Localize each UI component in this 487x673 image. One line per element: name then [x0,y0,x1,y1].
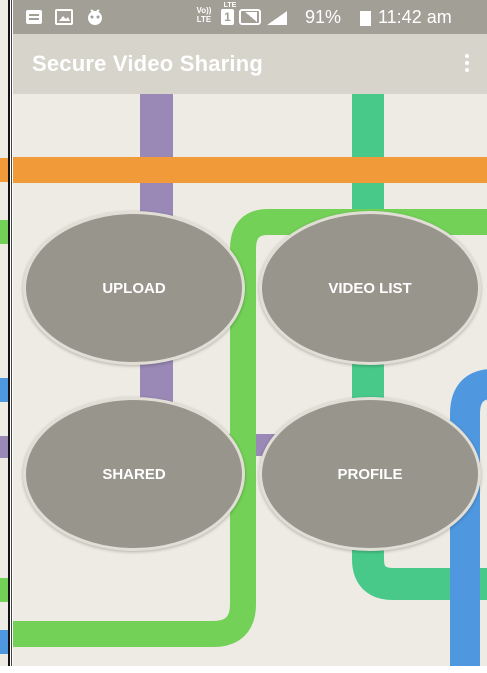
transit-lines-graphic [13,94,487,673]
bottom-border [0,666,487,673]
left-strip-green-segment-2 [0,578,8,602]
sim-slot-badge: 1 [221,9,234,25]
volte-label: Vo)) LTE [196,6,212,24]
frame-divider [8,0,10,673]
frame-divider-inner [11,0,12,673]
overflow-menu-icon[interactable] [459,48,475,78]
app-bar: Secure Video Sharing [13,34,487,94]
phone-screen: Vo)) LTE LTE 1 91% 11:42 am Secure Video… [13,0,487,673]
blue-line [450,369,487,673]
orange-line [13,157,487,183]
left-strip-green-segment [0,220,8,244]
app-title: Secure Video Sharing [32,51,264,76]
left-strip-blue-segment [0,378,8,402]
app-notification-icon [88,9,102,25]
battery-percentage: 91% [305,7,342,27]
signal-icon [239,9,261,25]
left-strip-blue-segment-2 [0,630,8,654]
upload-button[interactable]: UPLOAD [23,211,245,365]
signal-strength-icon [267,11,287,25]
background-map: UPLOAD VIDEO LIST SHARED PROFILE [13,94,487,673]
profile-button[interactable]: PROFILE [259,397,481,551]
wifi-hotspot-icon [26,10,42,24]
left-edge-strip [0,0,8,673]
left-strip-orange-segment [0,158,8,182]
left-strip-purple-segment [0,436,8,458]
shared-button[interactable]: SHARED [23,397,245,551]
image-icon [55,9,73,25]
video-list-button[interactable]: VIDEO LIST [259,211,481,365]
status-bar: Vo)) LTE LTE 1 91% 11:42 am [13,0,487,34]
status-time: 11:42 am [378,7,452,27]
battery-icon [360,11,371,26]
